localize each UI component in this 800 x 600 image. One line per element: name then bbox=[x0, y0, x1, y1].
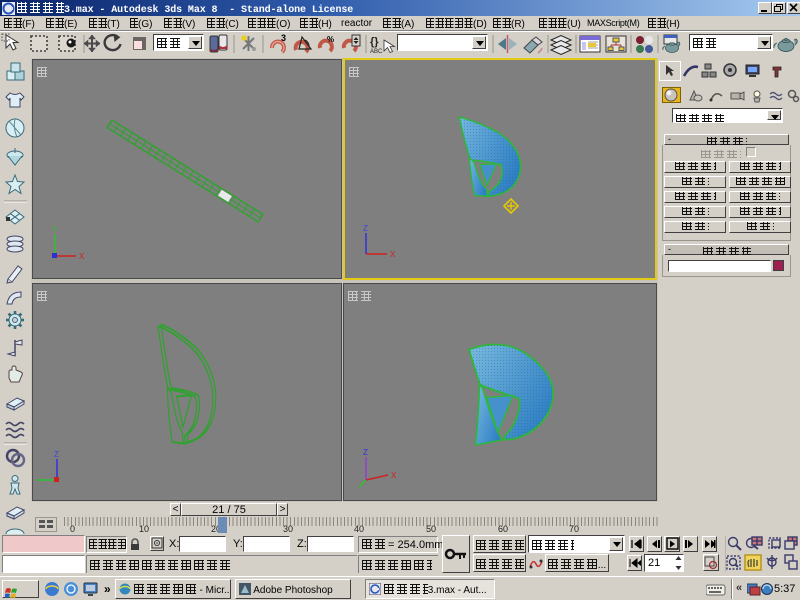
svg-text:Z: Z bbox=[363, 448, 368, 457]
svg-text:X: X bbox=[390, 250, 396, 259]
svg-text:X: X bbox=[391, 471, 397, 480]
svg-text:Y: Y bbox=[52, 225, 58, 234]
svg-text:{}: {} bbox=[370, 36, 379, 48]
svg-text:Z: Z bbox=[54, 450, 59, 459]
svg-text:Z: Z bbox=[363, 224, 368, 233]
svg-text:%: % bbox=[327, 35, 334, 44]
svg-text:3: 3 bbox=[281, 33, 286, 43]
svg-text:ABC: ABC bbox=[370, 49, 383, 55]
svg-text:X: X bbox=[79, 252, 85, 261]
